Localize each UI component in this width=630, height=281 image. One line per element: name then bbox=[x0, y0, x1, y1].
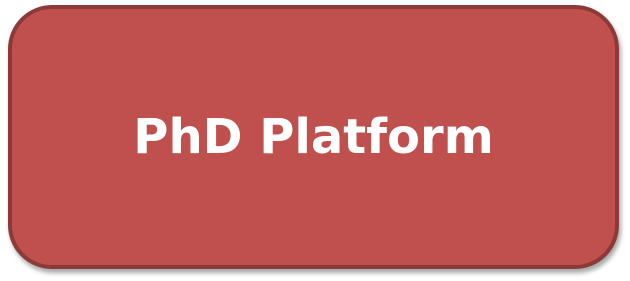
platform-box: PhD Platform bbox=[8, 5, 619, 269]
platform-label: PhD Platform bbox=[133, 109, 494, 165]
canvas: PhD Platform bbox=[0, 0, 630, 281]
